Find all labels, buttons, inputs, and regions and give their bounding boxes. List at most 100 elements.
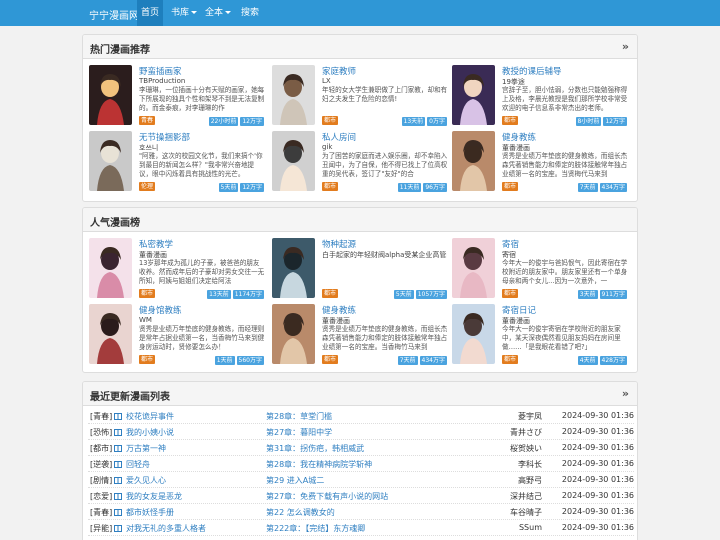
comic-card[interactable]: 寄宿日记 董番漫画 今年大一的俊宇寄宿在学校附近的朋友家中，某天深夜偶然看见朋友… xyxy=(452,304,628,370)
comic-title[interactable]: 健身教练 xyxy=(322,304,447,316)
row-title[interactable]: 爱久见人心 xyxy=(126,475,166,486)
row-category[interactable]: [青春] xyxy=(90,507,112,518)
comic-cover[interactable] xyxy=(89,304,132,364)
row-title[interactable]: 都市妖怪手册 xyxy=(126,507,174,518)
row-title[interactable]: 回轻舟 xyxy=(126,459,150,470)
row-category[interactable]: [青春] xyxy=(90,411,112,422)
row-title[interactable]: 校花诡异事件 xyxy=(126,411,174,422)
row-chapter[interactable]: 第27章：免费下载有声小说的网站 xyxy=(266,491,388,502)
comic-title[interactable]: 教授的课后辅导 xyxy=(502,65,627,77)
comic-cover[interactable] xyxy=(272,65,315,125)
nav-home[interactable]: 首页 xyxy=(137,0,163,26)
row-chapter[interactable]: 第29 进入A城二 xyxy=(266,475,324,486)
cover-illustration xyxy=(452,131,495,191)
popular-comics-panel: 人气漫画榜 私密教学 董番漫画 13岁那年成为孤儿的子豪，被爸爸的朋友收养。然而… xyxy=(82,207,638,373)
comic-title[interactable]: 野蛮插画家 xyxy=(139,65,264,77)
row-title[interactable]: 我的女友是恶龙 xyxy=(126,491,182,502)
row-chapter[interactable]: 第31章：拐伤疤，韩相威武 xyxy=(266,443,364,454)
nav-search[interactable]: 搜索 xyxy=(241,0,259,26)
nav-library[interactable]: 书库 xyxy=(171,0,198,26)
row-chapter[interactable]: 第22 怎么调教女的 xyxy=(266,507,335,518)
category-badge[interactable]: 都市 xyxy=(502,289,519,298)
row-chapter[interactable]: 第28章：草堂门槛 xyxy=(266,411,332,422)
comic-cover[interactable] xyxy=(452,131,495,191)
comic-card[interactable]: 私人房间 gik 为了困苦的家庭而进入娱乐圈，却不幸陷入丑闻中，为了自保，他不得… xyxy=(272,131,448,197)
comic-card[interactable]: 家庭教师 LX 年轻的女大学生兼职做了上门家教，却和有妇之夫发生了危险的恋情! … xyxy=(272,65,448,131)
row-time: 2024-09-30 01:36 xyxy=(561,491,634,500)
info-tag: 1174万字 xyxy=(232,290,264,299)
site-brand[interactable]: 宁宁漫画网 xyxy=(89,7,139,22)
category-badge[interactable]: 都市 xyxy=(502,182,519,191)
info-tag: 4天前 xyxy=(577,356,598,365)
comic-cover[interactable] xyxy=(452,65,495,125)
comic-cover[interactable] xyxy=(89,65,132,125)
comic-title[interactable]: 健身教练 xyxy=(502,131,627,143)
nav-complete[interactable]: 全本 xyxy=(205,0,232,26)
comic-card[interactable]: 健身教练 董番漫画 贤秀是业绩万年垫底的健身教练，而组长杰森凭著销售能力和俸定的… xyxy=(272,304,448,370)
comic-title[interactable]: 寄宿 xyxy=(502,238,627,250)
category-badge[interactable]: 都市 xyxy=(322,182,339,191)
row-chapter[interactable]: 第222章：【完结】东方魂卿 xyxy=(266,523,365,534)
row-chapter[interactable]: 第28章：我在精神病院学斩神 xyxy=(266,459,372,470)
comic-cover[interactable] xyxy=(272,131,315,191)
row-author: 桜贺姎い xyxy=(510,444,542,453)
info-tag: 434万字 xyxy=(419,356,447,365)
category-badge[interactable]: 都市 xyxy=(139,289,156,298)
comic-card[interactable]: 无节操捆影部 호쓰니 "阿雅，这次的校园文化节，我们来搞个'你到最目的新闻怎么样… xyxy=(89,131,265,197)
comic-cover[interactable] xyxy=(272,304,315,364)
top-navbar: 宁宁漫画网 首页 书库 全本 搜索 xyxy=(0,0,720,26)
row-time: 2024-09-30 01:36 xyxy=(561,475,634,484)
category-badge[interactable]: 都市 xyxy=(502,355,519,364)
row-time: 2024-09-30 01:36 xyxy=(561,443,634,452)
category-badge[interactable]: 都市 xyxy=(139,355,156,364)
comic-cover[interactable] xyxy=(272,238,315,298)
update-row: [逆袭] 回轻舟 第28章：我在精神病院学斩神 李科长 2024-09-30 0… xyxy=(88,456,634,472)
row-category[interactable]: [恐怖] xyxy=(90,427,112,438)
row-category[interactable]: [剧情] xyxy=(90,475,112,486)
row-category[interactable]: [逆袭] xyxy=(90,459,112,470)
double-chevron-right-icon[interactable]: » xyxy=(622,40,629,53)
info-tag: 0万字 xyxy=(427,117,447,126)
comic-card[interactable]: 寄宿 寄宿 今年大一的俊宇与爸妈恨气，因此寄宿在学校附近的朋友家中。朋友家里还有… xyxy=(452,238,628,304)
comic-title[interactable]: 家庭教师 xyxy=(322,65,447,77)
category-badge[interactable]: 伦理 xyxy=(139,182,156,191)
comic-card[interactable]: 健身教练 董番漫画 贤秀是业绩万年垫底的健身教练，而组长杰森凭著销售能力和俸定的… xyxy=(452,131,628,197)
comic-description: 为了困苦的家庭而进入娱乐圈，却不幸陷入丑闻中，为了自保，他不得已找上了位高权重的… xyxy=(322,152,448,178)
comic-author: WM xyxy=(139,316,152,324)
comic-cover[interactable] xyxy=(89,238,132,298)
row-category[interactable]: [恋爱] xyxy=(90,491,112,502)
comic-card[interactable]: 野蛮插画家 TBProduction 李珊琳，一位插画十分有天赋的画家，她每下所… xyxy=(89,65,265,131)
comic-title[interactable]: 健身馆教练 xyxy=(139,304,264,316)
comic-title[interactable]: 私密教学 xyxy=(139,238,264,250)
info-tags: 7天前 434万字 xyxy=(396,355,447,365)
double-chevron-right-icon[interactable]: » xyxy=(622,387,629,400)
category-badge[interactable]: 都市 xyxy=(502,116,519,125)
comic-card[interactable]: 健身馆教练 WM 贤秀是业绩万年垫底的健身教练，而经理则是常年占据业绩第一名，当… xyxy=(89,304,265,370)
category-badge[interactable]: 都市 xyxy=(322,116,339,125)
row-category[interactable]: [都市] xyxy=(90,443,112,454)
comic-card[interactable]: 教授的课后辅导 19拳途 宫辞子至，胆小怯弱，分数也只能勉强称得上及格，李晨光教… xyxy=(452,65,628,131)
comic-description: 李珊琳，一位插画十分有天赋的画家，她每下所展现的独具个性和架琴不到是无法复制的。… xyxy=(139,86,265,112)
comic-title[interactable]: 物种起源 xyxy=(322,238,447,250)
cover-illustration xyxy=(272,304,315,364)
row-chapter[interactable]: 第27章：暮阳中学 xyxy=(266,427,332,438)
panel-header: 热门漫画推荐 » xyxy=(83,35,637,59)
row-title[interactable]: 对我无礼的多重人格者 xyxy=(126,523,206,534)
comic-cover[interactable] xyxy=(452,238,495,298)
row-title[interactable]: 万古第一神 xyxy=(126,443,166,454)
row-title[interactable]: 我的小姨小说 xyxy=(126,427,174,438)
comic-author: gik xyxy=(322,143,333,151)
category-badge[interactable]: 都市 xyxy=(322,355,339,364)
row-category[interactable]: [异能] xyxy=(90,523,112,534)
comic-title[interactable]: 无节操捆影部 xyxy=(139,131,264,143)
comic-title[interactable]: 私人房间 xyxy=(322,131,447,143)
comic-cover[interactable] xyxy=(89,131,132,191)
row-author: 李科长 xyxy=(518,460,542,469)
category-badge[interactable]: 都市 xyxy=(322,289,339,298)
comic-title[interactable]: 寄宿日记 xyxy=(502,304,627,316)
comic-cover[interactable] xyxy=(452,304,495,364)
category-badge[interactable]: 青春 xyxy=(139,116,156,125)
comic-card[interactable]: 私密教学 董番漫画 13岁那年成为孤儿的子豪，被爸爸的朋友收养。然而成年后的子豪… xyxy=(89,238,265,304)
info-tag: 7天前 xyxy=(577,183,598,192)
comic-card[interactable]: 物种起源 白手起家的年轻财阀alpha受某企业高管的秘密委托，依在即将在上海召开… xyxy=(272,238,448,304)
